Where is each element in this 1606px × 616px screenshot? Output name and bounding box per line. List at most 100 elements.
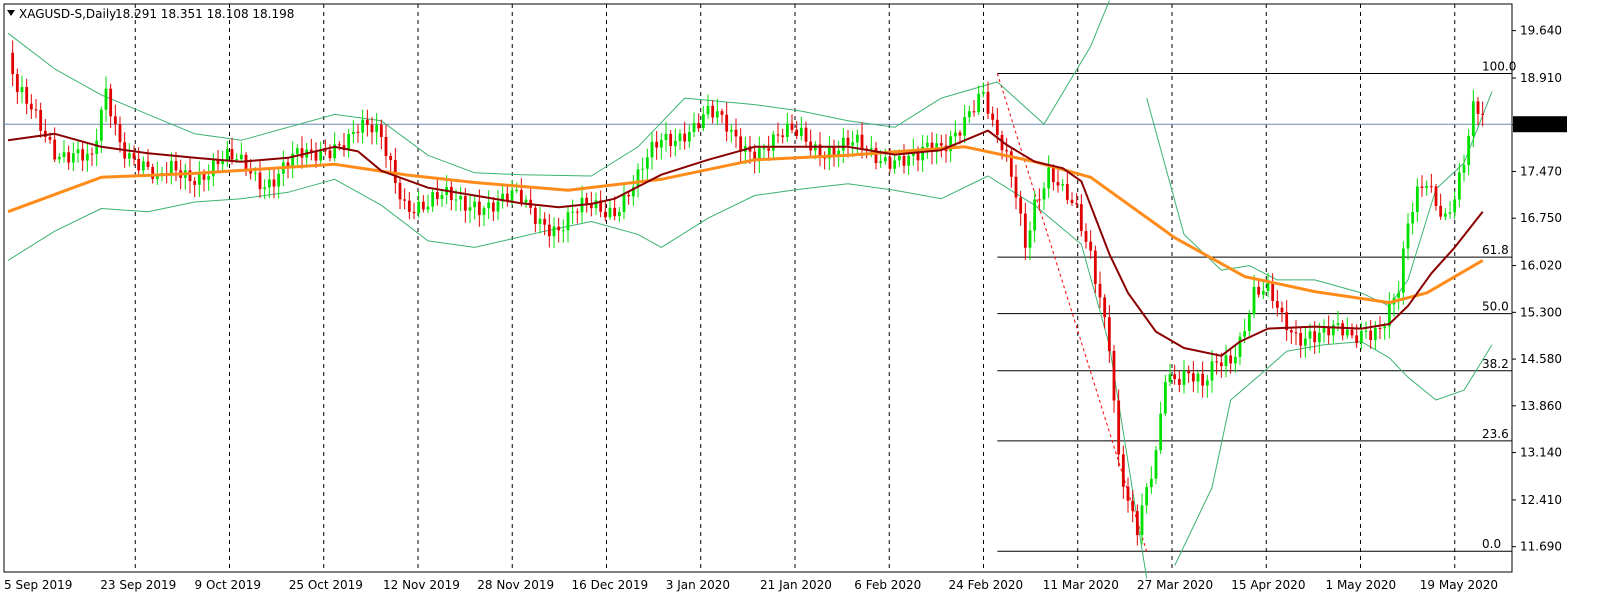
y-tick-label: 16.020 (1520, 259, 1562, 273)
bull-candle (417, 201, 421, 214)
bull-candle (459, 196, 463, 200)
bear-candle (697, 122, 701, 129)
x-tick-label: 9 Oct 2019 (195, 578, 262, 592)
bull-candle (1383, 326, 1387, 329)
bear-candle (1065, 184, 1069, 200)
bull-candle (561, 230, 565, 232)
bear-candle (258, 172, 262, 190)
bull-candle (1266, 282, 1270, 291)
bull-candle (496, 201, 500, 212)
bull-candle (95, 140, 99, 154)
bear-candle (683, 133, 687, 142)
bull-candle (487, 202, 491, 209)
bear-candle (1023, 213, 1027, 248)
bull-candle (1154, 450, 1158, 479)
bear-candle (888, 157, 892, 169)
bull-candle (1471, 101, 1475, 137)
bear-candle (1191, 373, 1195, 382)
x-tick-label: 21 Jan 2020 (760, 578, 832, 592)
ohlc-values: 18.291 18.351 18.108 18.198 (115, 7, 294, 21)
bull-candle (1364, 330, 1368, 332)
bear-candle (1257, 286, 1261, 295)
y-tick-label: 19.640 (1520, 24, 1562, 38)
bear-candle (1476, 101, 1480, 114)
bull-candle (538, 218, 542, 224)
bear-candle (790, 123, 794, 130)
bear-candle (328, 150, 332, 159)
bear-candle (25, 87, 29, 104)
bear-candle (958, 132, 962, 136)
bull-candle (1042, 188, 1046, 200)
bull-candle (981, 91, 985, 94)
bull-candle (1149, 478, 1153, 488)
bull-candle (235, 159, 239, 161)
x-tick-label: 27 Mar 2020 (1137, 578, 1213, 592)
y-tick-label: 11.690 (1520, 540, 1562, 554)
bear-candle (193, 181, 197, 185)
bear-candle (1126, 486, 1130, 501)
chart-header: XAGUSD-S,Daily 18.291 18.351 18.108 18.1… (7, 7, 294, 21)
bear-candle (795, 129, 799, 136)
bull-candle (468, 207, 472, 211)
bear-candle (202, 173, 206, 180)
bull-candle (263, 187, 267, 190)
bull-candle (1397, 292, 1401, 298)
y-tick-label: 16.750 (1520, 211, 1562, 225)
bear-candle (81, 149, 85, 161)
bear-candle (1173, 374, 1177, 380)
bear-candle (1313, 331, 1317, 343)
bear-candle (407, 200, 411, 212)
bull-candle (104, 88, 108, 110)
bull-candle (267, 179, 271, 188)
bull-candle (473, 201, 477, 208)
bear-candle (669, 133, 673, 147)
bear-candle (137, 158, 141, 171)
bull-candle (375, 124, 379, 133)
bear-candle (627, 194, 631, 197)
bear-candle (720, 111, 724, 115)
bull-candle (715, 111, 719, 118)
bull-candle (347, 133, 351, 151)
bull-candle (851, 142, 855, 146)
bull-candle (1233, 356, 1237, 364)
bull-candle (277, 173, 281, 187)
bull-candle (431, 192, 435, 207)
bear-candle (1439, 205, 1443, 217)
bear-candle (39, 109, 43, 131)
bull-candle (1401, 248, 1405, 293)
bear-candle (832, 147, 836, 155)
chart-container: 100.0 61.8 50.0 38.2 23.6 0.0 5 Sep 2019 23 Se… (0, 0, 1606, 612)
bull-candle (225, 149, 229, 161)
bear-candle (1219, 362, 1223, 367)
bull-candle (1196, 373, 1200, 382)
x-tick-label: 23 Sep 2019 (100, 578, 176, 592)
bear-candle (216, 160, 220, 165)
bear-candle (384, 137, 388, 156)
bull-candle (1252, 286, 1256, 315)
bear-candle (393, 160, 397, 183)
y-tick-label: 14.580 (1520, 352, 1562, 366)
bear-candle (1177, 379, 1181, 385)
bull-candle (515, 190, 519, 192)
x-tick-label: 1 May 2020 (1326, 578, 1397, 592)
bull-candle (879, 161, 883, 164)
bull-candle (1406, 223, 1410, 249)
bear-candle (776, 134, 780, 136)
bear-candle (1271, 282, 1275, 302)
bull-candle (20, 87, 24, 93)
bull-candle (57, 156, 61, 160)
bull-candle (729, 129, 733, 132)
bear-candle (603, 211, 607, 218)
bear-candle (398, 182, 402, 200)
bull-candle (1163, 381, 1167, 414)
bull-candle (1140, 505, 1144, 536)
bull-candle (454, 199, 458, 201)
price-chart[interactable]: 100.0 61.8 50.0 38.2 23.6 0.0 5 Sep 2019 23 Se… (0, 0, 1606, 612)
bull-candle (141, 161, 145, 171)
bull-candle (197, 173, 201, 185)
bear-candle (67, 152, 71, 163)
bear-candle (902, 156, 906, 166)
bear-candle (1289, 330, 1293, 333)
bear-candle (1481, 113, 1485, 115)
bull-candle (963, 117, 967, 136)
